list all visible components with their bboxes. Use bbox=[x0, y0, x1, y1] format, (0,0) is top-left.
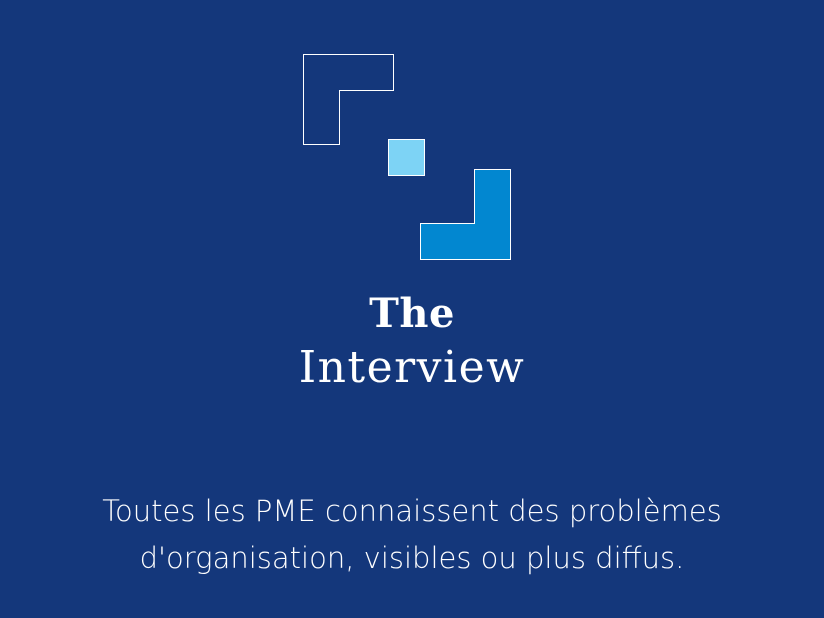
page-title-interview: Interview bbox=[298, 342, 526, 393]
page: The Interview Toutes les PME connaissent… bbox=[0, 0, 824, 618]
intro-text-line-2: d'organisation, visibles ou plus diffus. bbox=[139, 541, 685, 575]
logo-filled-corner bbox=[420, 169, 511, 260]
intro-text: Toutes les PME connaissent des problèmes… bbox=[60, 488, 764, 582]
page-title-the: The bbox=[369, 290, 455, 337]
brand-logo-icon bbox=[303, 54, 511, 260]
intro-text-line-1: Toutes les PME connaissent des problèmes bbox=[102, 494, 722, 528]
logo-light-square bbox=[388, 139, 425, 176]
logo-outline-corner bbox=[303, 54, 394, 145]
